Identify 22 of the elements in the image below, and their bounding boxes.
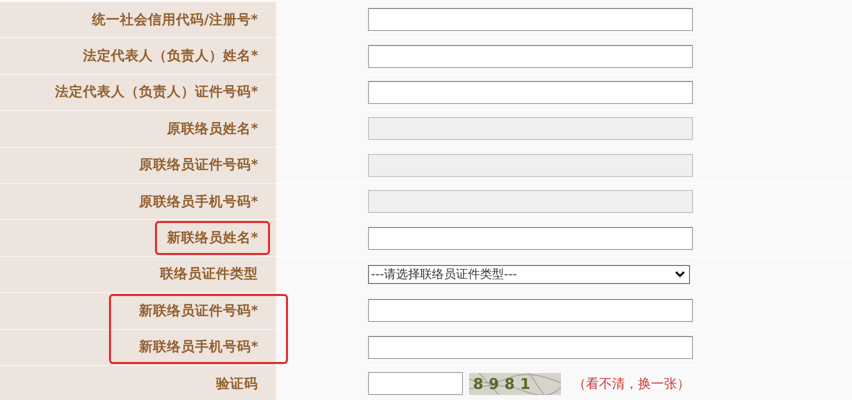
input-field[interactable] <box>368 8 693 32</box>
field-label: 原联络员证件号码* <box>138 156 258 174</box>
field-label: 法定代表人（负责人）证件号码* <box>54 83 258 102</box>
field-label: 联络员证件类型 <box>160 265 258 284</box>
input-field[interactable] <box>368 336 693 359</box>
field-label: 新联络员姓名* <box>166 229 258 248</box>
field-label: 法定代表人（负责人）姓名* <box>82 47 258 66</box>
field-label: 统一社会信用代码/注册号* <box>92 10 258 29</box>
chevron-down-icon <box>675 270 685 278</box>
captcha-field[interactable] <box>368 372 463 396</box>
field-label: 新联络员证件号码* <box>138 302 258 320</box>
field-label: 原联络员姓名* <box>166 120 258 138</box>
input-field[interactable] <box>368 299 693 322</box>
input-field[interactable] <box>368 226 693 250</box>
input-field[interactable] <box>368 44 693 68</box>
field-label: 验证码 <box>216 374 258 393</box>
input-field[interactable] <box>368 80 693 104</box>
field-label: 原联络员手机号码* <box>138 192 258 211</box>
dropdown[interactable]: ---请选择联络员证件类型--- <box>368 264 690 284</box>
refresh-captcha-link[interactable]: （看不清，换一张） <box>573 374 690 393</box>
captcha-image: 8 9 8 1 <box>469 372 561 395</box>
field-label: 新联络员手机号码* <box>138 338 258 356</box>
